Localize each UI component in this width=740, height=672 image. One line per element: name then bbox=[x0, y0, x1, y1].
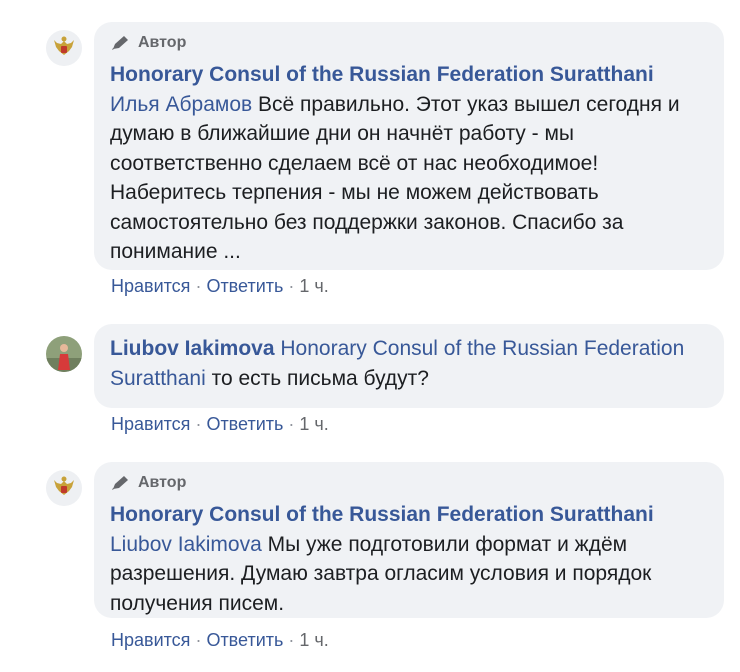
author-badge-label: Автор bbox=[138, 474, 187, 491]
comment-message: Всё правильно. Этот указ вышел сегодня и… bbox=[110, 92, 680, 264]
coat-of-arms-icon bbox=[46, 30, 82, 66]
author-badge: Автор bbox=[110, 32, 708, 54]
like-link[interactable]: Нравится bbox=[111, 414, 190, 434]
comment-text: Honorary Consul of the Russian Federatio… bbox=[110, 500, 708, 618]
comment-author-link[interactable]: Honorary Consul of the Russian Federatio… bbox=[110, 63, 654, 86]
comment-bubble: Liubov Iakimova Honorary Consul of the R… bbox=[94, 324, 724, 408]
comment-text: Liubov Iakimova Honorary Consul of the R… bbox=[110, 334, 708, 393]
comment-bubble: Автор Honorary Consul of the Russian Fed… bbox=[94, 462, 724, 618]
separator-dot: · bbox=[288, 414, 295, 434]
mention-link[interactable]: Liubov Iakimova bbox=[110, 533, 262, 556]
like-link[interactable]: Нравится bbox=[111, 630, 190, 650]
comment-author-link[interactable]: Liubov Iakimova bbox=[110, 337, 275, 360]
timestamp[interactable]: 1 ч. bbox=[299, 630, 328, 650]
avatar[interactable] bbox=[46, 336, 82, 372]
timestamp[interactable]: 1 ч. bbox=[299, 276, 328, 296]
like-link[interactable]: Нравится bbox=[111, 276, 190, 296]
comment-author-link[interactable]: Honorary Consul of the Russian Federatio… bbox=[110, 503, 654, 526]
comment-message: то есть письма будут? bbox=[211, 366, 429, 390]
avatar[interactable] bbox=[46, 30, 82, 66]
separator-dot: · bbox=[288, 276, 295, 296]
mention-link[interactable]: Илья Абрамов bbox=[110, 93, 252, 116]
author-badge: Автор bbox=[110, 472, 708, 494]
comment-actions: Нравится · Ответить · 1 ч. bbox=[111, 276, 329, 297]
avatar[interactable] bbox=[46, 470, 82, 506]
reply-link[interactable]: Ответить bbox=[206, 630, 283, 650]
separator-dot: · bbox=[195, 414, 202, 434]
timestamp[interactable]: 1 ч. bbox=[299, 414, 328, 434]
separator-dot: · bbox=[288, 630, 295, 650]
comment-bubble: Автор Honorary Consul of the Russian Fed… bbox=[94, 22, 724, 270]
pen-icon bbox=[112, 36, 128, 50]
reply-link[interactable]: Ответить bbox=[206, 276, 283, 296]
comment-actions: Нравится · Ответить · 1 ч. bbox=[111, 630, 329, 651]
reply-link[interactable]: Ответить bbox=[206, 414, 283, 434]
comment-text: Honorary Consul of the Russian Federatio… bbox=[110, 60, 708, 267]
coat-of-arms-icon bbox=[46, 470, 82, 506]
author-badge-label: Автор bbox=[138, 34, 187, 51]
separator-dot: · bbox=[195, 276, 202, 296]
comment-actions: Нравится · Ответить · 1 ч. bbox=[111, 414, 329, 435]
user-photo-avatar-icon bbox=[46, 336, 82, 372]
separator-dot: · bbox=[195, 630, 202, 650]
pen-icon bbox=[112, 476, 128, 490]
